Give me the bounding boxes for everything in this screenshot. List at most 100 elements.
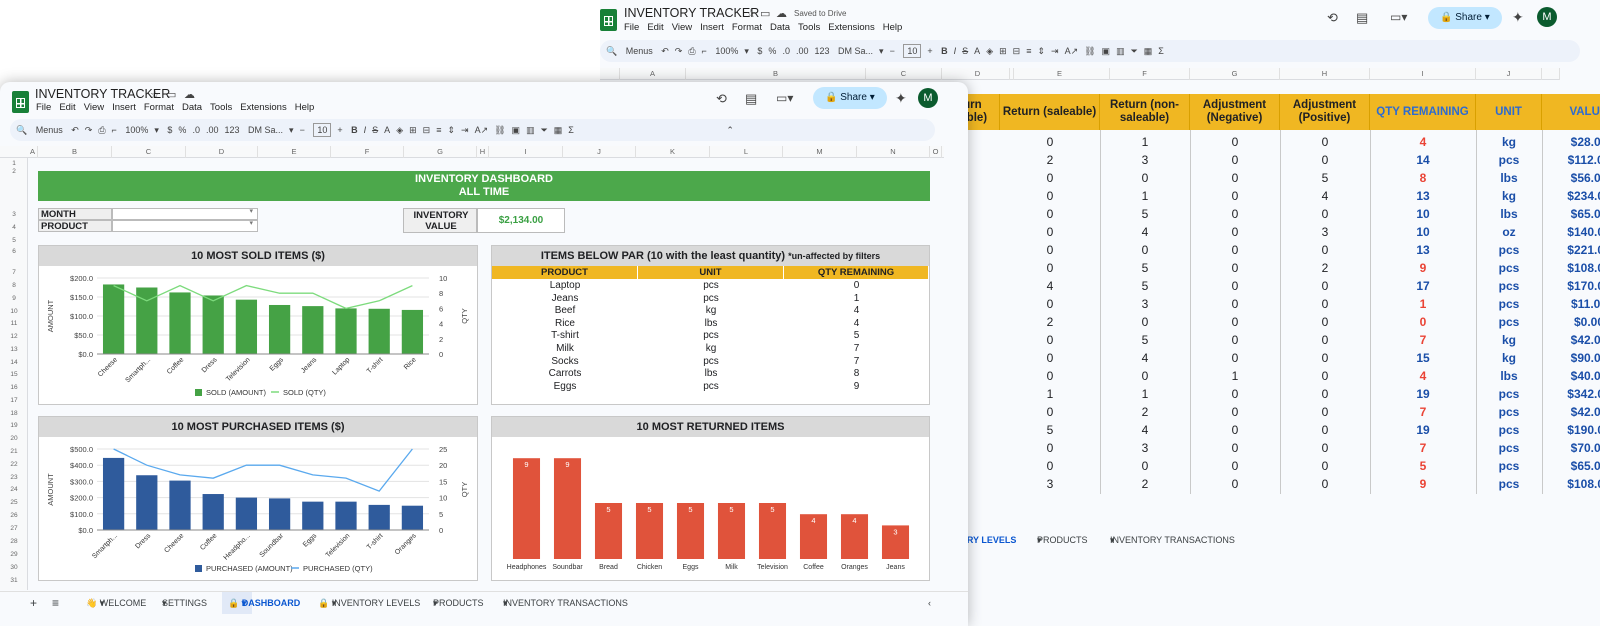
x-tick-label: Jeans <box>300 356 319 375</box>
dashboard-sheet: INVENTORY DASHBOARD ALL TIME MONTH ▾ PRO… <box>0 82 944 590</box>
x-tick-label: T-shirt <box>366 532 385 551</box>
data-label: 9 <box>565 460 569 469</box>
cell-value: $0.00 <box>1573 315 1600 329</box>
month-filter-dropdown[interactable]: ▾ <box>112 208 258 220</box>
cell-adjustment-negative: 0 <box>1231 333 1239 347</box>
cell-adjustment-negative: 0 <box>1231 441 1239 455</box>
data-label: 5 <box>647 505 651 514</box>
tab-inventory-transactions-back[interactable]: INVENTORY TRANSACTIONS ▾ <box>1110 529 1235 551</box>
most-sold-panel: 10 MOST SOLD ITEMS ($) $0.0 $50.0 $100.0 $1… <box>38 245 478 405</box>
below-par-cell: 0 <box>853 280 860 291</box>
x-tick-label: Television <box>325 532 352 559</box>
cell-adjustment-negative: 0 <box>1231 315 1239 329</box>
tab-inventory-transactions[interactable]: INVENTORY TRANSACTIONS ▾ <box>503 592 628 614</box>
y2-tick-label: 20 <box>439 461 447 470</box>
data-label: 5 <box>729 505 733 514</box>
cell-adjustment-negative: 0 <box>1231 423 1239 437</box>
y-tick-label: $200.0 <box>70 274 93 283</box>
tab-dashboard[interactable]: 🔒 DASHBOARD ▾ <box>222 592 300 614</box>
cell-return-nonsaleable: 5 <box>1141 333 1149 347</box>
bar <box>202 295 224 354</box>
cell-qty-remaining: 19 <box>1416 423 1430 437</box>
cell-return-nonsaleable: 0 <box>1141 243 1149 257</box>
cell-value: $108.00 <box>1567 261 1600 275</box>
cell-qty-remaining: 0 <box>1419 315 1427 329</box>
bar <box>136 475 158 530</box>
header-value[interactable]: VALUE <box>1542 94 1600 130</box>
y2-tick-label: 0 <box>439 526 443 535</box>
x-tick-label: Dress <box>201 356 219 374</box>
cell-return-saleable: 0 <box>1046 333 1054 347</box>
cell-adjustment-negative: 0 <box>1231 135 1239 149</box>
cell-value: $11.00 <box>1570 297 1600 311</box>
y-tick-label: $50.0 <box>74 331 93 340</box>
below-par-cell: 4 <box>853 317 860 329</box>
inventory-value-label: INVENTORY VALUE <box>403 208 477 233</box>
scroll-left-icon[interactable]: ‹ <box>928 592 931 614</box>
tab-welcome[interactable]: 👋 WELCOME ▾ <box>86 592 146 614</box>
x-tick-label: Bread <box>599 564 618 571</box>
cell-return-nonsaleable: 2 <box>1141 477 1149 491</box>
cell-return-nonsaleable: 1 <box>1141 189 1149 203</box>
x-tick-label: Dress <box>134 532 152 550</box>
below-par-panel: ITEMS BELOW PAR (10 with the least quant… <box>491 245 930 405</box>
below-par-cell: 4 <box>853 305 860 317</box>
x-tick-label: Oranges <box>394 532 418 556</box>
cell-qty-remaining: 8 <box>1419 171 1427 185</box>
cell-unit: pcs <box>1498 315 1520 329</box>
tab-settings[interactable]: SETTINGS ▾ <box>162 592 207 614</box>
bar <box>553 458 582 559</box>
y-tick-label: $400.0 <box>70 461 93 470</box>
cell-adjustment-negative: 0 <box>1231 189 1239 203</box>
header-unit[interactable]: UNIT <box>1476 94 1542 130</box>
cell-adjustment-negative: 0 <box>1231 297 1239 311</box>
most-sold-title: 10 MOST SOLD ITEMS ($) <box>39 246 477 266</box>
below-par-cell: lbs <box>704 317 718 329</box>
bar <box>368 308 390 354</box>
cell-value: $170.00 <box>1567 279 1600 293</box>
below-par-cell: 7 <box>853 343 860 354</box>
header-qty-remaining[interactable]: QTY REMAINING <box>1370 94 1476 130</box>
cell-return-saleable: 0 <box>1046 369 1054 383</box>
cell-adjustment-positive: 0 <box>1321 477 1329 491</box>
below-par-title: ITEMS BELOW PAR (10 with the least quant… <box>492 246 929 266</box>
cell-return-nonsaleable: 4 <box>1141 225 1149 239</box>
most-purchased-title: 10 MOST PURCHASED ITEMS ($) <box>39 417 477 437</box>
header-adjustment-negative[interactable]: Adjustment (Negative) <box>1190 94 1280 130</box>
cell-value: $221.00 <box>1567 243 1600 257</box>
data-label: 5 <box>688 505 692 514</box>
cell-return-saleable: 3 <box>1046 477 1054 491</box>
cell-adjustment-positive: 0 <box>1321 315 1329 329</box>
cell-adjustment-positive: 3 <box>1321 225 1329 239</box>
bar <box>202 494 224 530</box>
tab-products[interactable]: PRODUCTS ▾ <box>433 592 484 614</box>
cell-adjustment-positive: 0 <box>1321 243 1329 257</box>
below-par-cell: pcs <box>703 380 719 392</box>
header-adjustment-positive[interactable]: Adjustment (Positive) <box>1280 94 1370 130</box>
column-divider <box>1190 130 1191 494</box>
cell-adjustment-positive: 0 <box>1321 297 1329 311</box>
cell-return-saleable: 0 <box>1046 225 1054 239</box>
y2-tick-label: 15 <box>439 477 447 486</box>
y2-tick-label: 25 <box>439 445 447 454</box>
header-return-saleable[interactable]: Return (saleable) <box>1000 94 1100 130</box>
cell-unit: pcs <box>1498 279 1520 293</box>
tab-inventory-levels[interactable]: 🔒 INVENTORY LEVELS ▾ <box>318 592 420 614</box>
tab-products-back[interactable]: PRODUCTS ▾ <box>1037 529 1088 551</box>
all-sheets-icon[interactable]: ≡ <box>52 592 59 614</box>
x-tick-label: Oranges <box>841 564 868 571</box>
below-par-cell: pcs <box>703 292 719 304</box>
bar <box>235 299 258 354</box>
cell-adjustment-negative: 0 <box>1231 477 1239 491</box>
header-return-nonsaleable[interactable]: Return (non-saleable) <box>1100 94 1190 130</box>
product-filter-dropdown[interactable]: ▾ <box>112 220 258 232</box>
cell-qty-remaining: 5 <box>1419 459 1427 473</box>
cell-qty-remaining: 15 <box>1416 351 1430 365</box>
cell-adjustment-negative: 0 <box>1231 279 1239 293</box>
x-tick-label: Jeans <box>886 564 905 571</box>
add-sheet-icon[interactable]: + <box>30 592 37 614</box>
cell-return-nonsaleable: 3 <box>1141 153 1149 167</box>
most-returned-title: 10 MOST RETURNED ITEMS <box>492 417 929 437</box>
cell-return-saleable: 0 <box>1046 405 1054 419</box>
cell-unit: kg <box>1501 351 1516 365</box>
